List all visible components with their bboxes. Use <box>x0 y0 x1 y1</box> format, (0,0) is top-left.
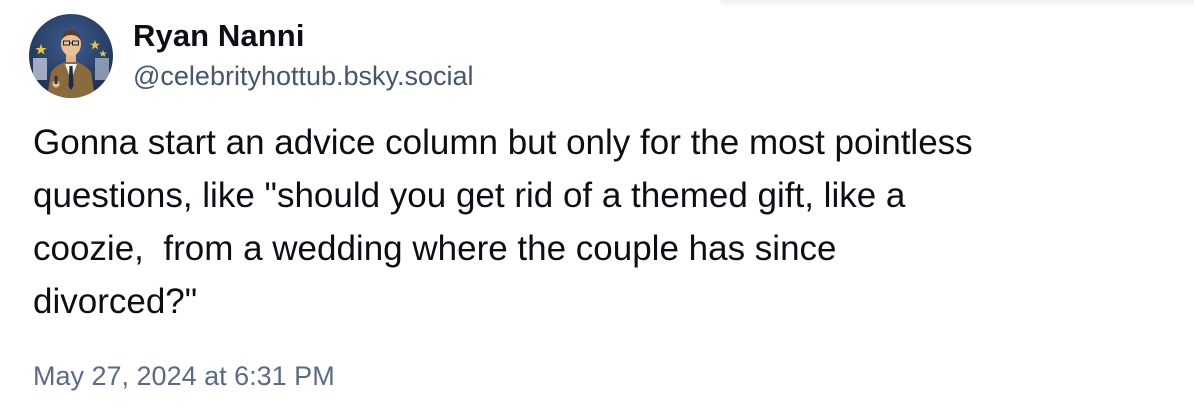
post-timestamp[interactable]: May 27, 2024 at 6:31 PM <box>33 358 335 394</box>
overlay-shadow <box>720 0 1194 8</box>
author-handle[interactable]: @celebrityhottub.bsky.social <box>133 58 474 94</box>
post-card: Ryan Nanni @celebrityhottub.bsky.social … <box>0 0 1194 416</box>
avatar-photo-icon <box>29 14 113 98</box>
post-body-text: Gonna start an advice column but only fo… <box>33 123 973 321</box>
author-display-name[interactable]: Ryan Nanni <box>133 16 305 56</box>
author-avatar[interactable] <box>29 14 113 98</box>
